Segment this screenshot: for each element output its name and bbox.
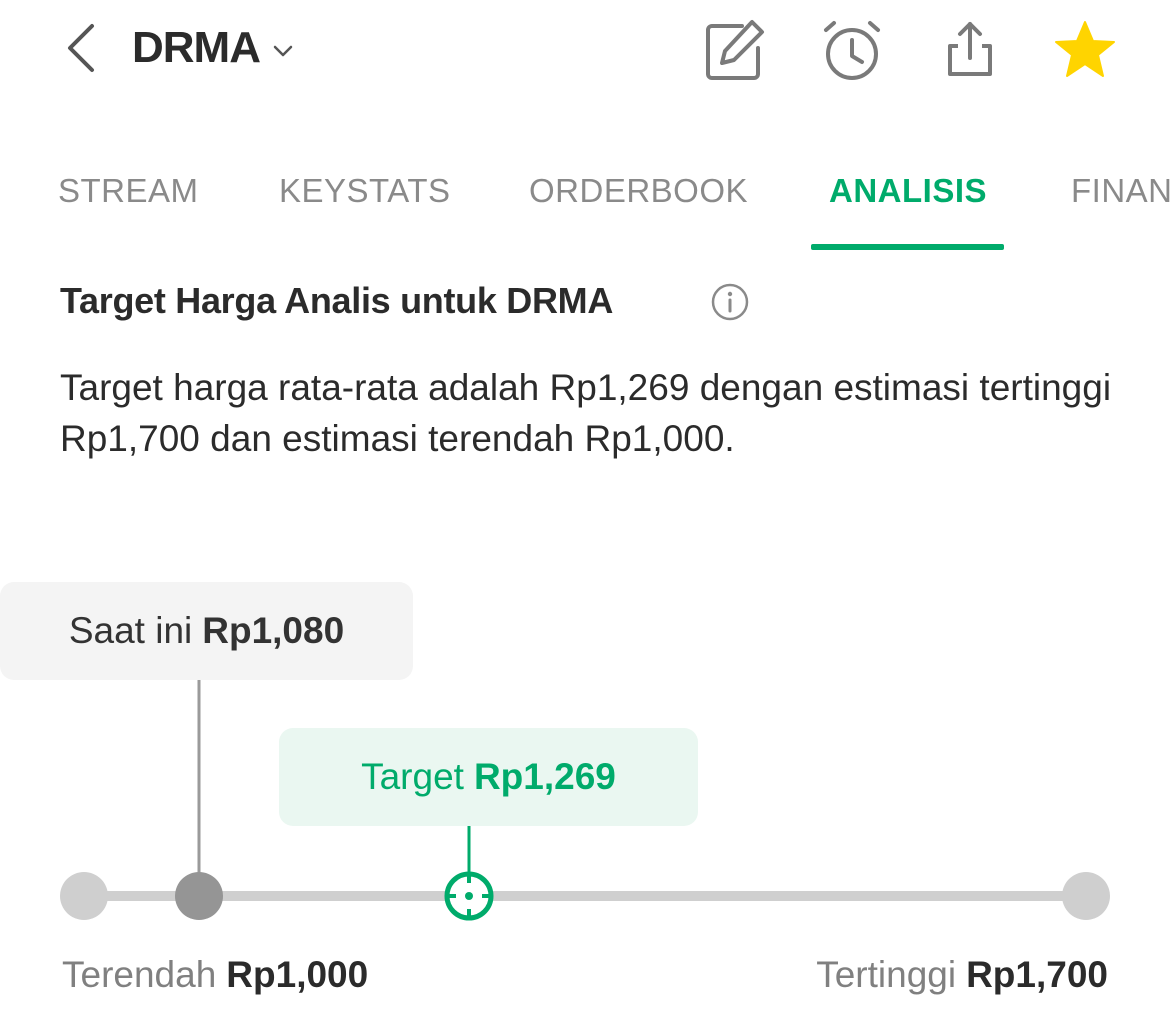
alarm-icon <box>824 21 880 80</box>
stock-selector[interactable]: DRMA <box>132 20 294 76</box>
highest-estimate-prefix: Tertinggi <box>816 954 957 995</box>
info-button[interactable] <box>711 283 749 321</box>
alarm-button[interactable] <box>820 18 884 82</box>
back-button[interactable] <box>58 18 108 78</box>
target-crosshair-icon <box>444 871 494 921</box>
section-title: Target Harga Analis untuk DRMA <box>60 280 614 321</box>
highest-estimate: Tertinggi Rp1,700 <box>816 954 1108 996</box>
active-tab-indicator <box>811 244 1004 250</box>
tab-orderbook[interactable]: ORDERBOOK <box>529 172 748 210</box>
current-price-prefix: Saat ini <box>68 610 193 651</box>
share-button[interactable] <box>938 18 1002 82</box>
tab-financials[interactable]: FINAN <box>1071 172 1170 210</box>
favorite-button[interactable] <box>1053 18 1117 82</box>
share-icon <box>948 22 992 76</box>
tab-stream[interactable]: STREAM <box>58 172 199 210</box>
high-marker <box>1062 872 1110 920</box>
back-chevron-icon <box>68 24 94 72</box>
tab-keystats[interactable]: KEYSTATS <box>279 172 450 210</box>
lowest-estimate-value: Rp1,000 <box>226 954 369 995</box>
price-range-chart <box>60 680 1110 921</box>
lowest-estimate-prefix: Terendah <box>62 954 217 995</box>
stock-title: DRMA <box>132 23 261 72</box>
current-price-value: Rp1,080 <box>202 610 345 651</box>
edit-button[interactable] <box>702 18 766 82</box>
current-price-marker <box>175 872 223 920</box>
star-icon <box>1055 21 1115 77</box>
lowest-estimate: Terendah Rp1,000 <box>62 954 368 996</box>
caret-down-icon <box>273 45 293 57</box>
target-description: Target harga rata-rata adalah Rp1,269 de… <box>60 367 1112 459</box>
edit-icon <box>706 20 764 80</box>
low-marker <box>60 872 108 920</box>
info-icon <box>711 283 749 321</box>
tab-bar: STREAM KEYSTATS ORDERBOOK ANALISIS FINAN <box>0 160 1170 250</box>
tab-analisis[interactable]: ANALISIS <box>829 172 987 210</box>
highest-estimate-value: Rp1,700 <box>966 954 1108 995</box>
